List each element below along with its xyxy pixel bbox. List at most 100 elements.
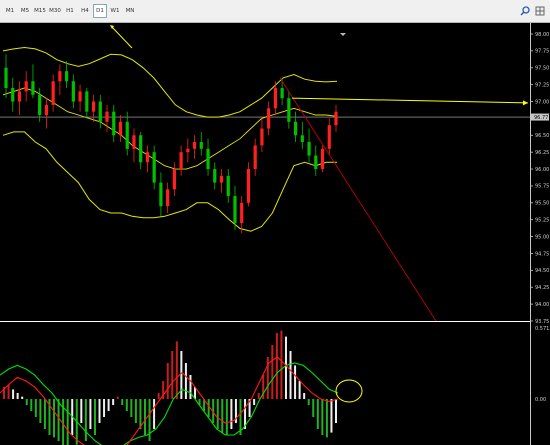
histogram-bar xyxy=(134,399,137,423)
candle-body xyxy=(314,155,318,170)
candle-body xyxy=(300,135,304,143)
price-tick-label: 96.00 xyxy=(535,167,549,173)
timeframe-m15[interactable]: M15 xyxy=(33,4,47,18)
candle-body xyxy=(78,91,82,102)
timeframe-m1[interactable]: M1 xyxy=(3,4,17,18)
price-tick-label: 96.25 xyxy=(535,150,549,156)
histogram-bar xyxy=(312,399,315,417)
histogram-bar xyxy=(80,399,83,423)
histogram-bar xyxy=(125,399,128,411)
histogram-bar xyxy=(39,399,42,423)
histogram-bar xyxy=(34,399,37,417)
price-tick-label: 96.50 xyxy=(535,133,549,139)
candle-body xyxy=(320,148,325,170)
histogram-bar xyxy=(335,399,337,423)
histogram-bar xyxy=(107,399,110,411)
chart-toolbar: M1 M5 M15 M30 H1 H4 D1 W1 MN xyxy=(0,0,550,23)
histogram-bar xyxy=(257,393,260,399)
candle-body xyxy=(38,94,42,116)
candle-body xyxy=(293,121,298,136)
timeframe-d1[interactable]: D1 xyxy=(93,4,107,18)
price-tick-label: 97.00 xyxy=(535,99,549,105)
candle-body xyxy=(4,67,8,89)
candle-body xyxy=(24,81,28,92)
candle-body xyxy=(186,148,190,153)
histogram-bar xyxy=(207,399,210,417)
timeframe-h1[interactable]: H1 xyxy=(63,4,77,18)
candle-body xyxy=(267,108,271,129)
price-tick-label: 94.00 xyxy=(535,302,549,308)
histogram-bar xyxy=(25,399,28,405)
candle-body xyxy=(206,148,210,170)
histogram-bar xyxy=(184,363,187,399)
candle-body xyxy=(287,98,291,122)
timeframe-m5[interactable]: M5 xyxy=(18,4,32,18)
candle-body xyxy=(132,135,136,149)
price-tick-label: 95.00 xyxy=(535,234,549,240)
histogram-bar xyxy=(303,393,306,399)
histogram-bar xyxy=(21,396,24,399)
histogram-bar xyxy=(330,399,333,433)
histogram-bar xyxy=(116,396,119,399)
candle-body xyxy=(273,88,277,109)
histogram-bar xyxy=(153,399,156,429)
candle-body xyxy=(280,88,284,99)
timeframe-mn[interactable]: MN xyxy=(123,4,137,18)
histogram-bar xyxy=(30,399,33,411)
candle-body xyxy=(307,142,311,156)
candle-body xyxy=(139,135,143,163)
histogram-bar xyxy=(307,399,310,405)
price-tick-label: 95.75 xyxy=(535,184,549,190)
price-tick-label: 95.25 xyxy=(535,218,549,224)
price-tick-label: 97.75 xyxy=(535,49,549,55)
histogram-bar xyxy=(230,399,233,429)
histogram-bar xyxy=(275,333,278,399)
histogram-bar xyxy=(143,399,146,435)
histogram-bar xyxy=(294,365,297,399)
candle-body xyxy=(219,175,224,183)
timeframe-h4[interactable]: H4 xyxy=(78,4,92,18)
candle-body xyxy=(71,81,75,102)
histogram-bar xyxy=(166,363,169,399)
candle-body xyxy=(334,111,338,126)
histogram-bar xyxy=(139,399,142,429)
candle-body xyxy=(98,101,102,122)
histogram-bar xyxy=(103,399,106,417)
histogram-bar xyxy=(253,399,256,405)
price-tick-label: 94.25 xyxy=(535,285,549,291)
chart-area[interactable]: 98.0097.7597.5097.2597.0096.7596.5096.25… xyxy=(0,23,550,445)
timeframe-m30[interactable]: M30 xyxy=(48,4,62,18)
histogram-bar xyxy=(112,399,115,405)
histogram-bar xyxy=(57,399,60,441)
histogram-bar xyxy=(89,399,92,429)
histogram-bar xyxy=(180,351,183,399)
price-tick-label: 95.50 xyxy=(535,201,549,207)
histogram-bar xyxy=(325,399,328,438)
price-tick-label: 93.75 xyxy=(535,319,549,325)
price-tick-label: 97.25 xyxy=(535,82,549,88)
histogram-bar xyxy=(148,399,151,441)
candle-body xyxy=(85,91,89,112)
histogram-bar xyxy=(43,399,46,429)
histogram-bar xyxy=(130,399,133,417)
price-tick-label: 94.50 xyxy=(535,268,549,274)
histogram-bar xyxy=(12,389,15,399)
histogram-bar xyxy=(225,399,228,435)
chart-grid-icon[interactable] xyxy=(534,5,546,17)
histogram-bar xyxy=(53,399,56,438)
histogram-bar xyxy=(271,345,274,399)
search-icon[interactable] xyxy=(519,5,531,17)
candle-body xyxy=(166,189,170,207)
candle-body xyxy=(179,152,183,170)
candle-body xyxy=(58,71,62,82)
current-price-label: 96.77 xyxy=(534,115,548,121)
candle-body xyxy=(152,152,156,183)
timeframe-w1[interactable]: W1 xyxy=(108,4,122,18)
histogram-bar xyxy=(175,341,178,399)
candle-body xyxy=(105,111,109,122)
candle-body xyxy=(125,121,129,149)
candle-body xyxy=(213,169,217,183)
histogram-bar xyxy=(284,336,287,399)
candle-body xyxy=(172,169,176,190)
candle-body xyxy=(327,125,331,149)
